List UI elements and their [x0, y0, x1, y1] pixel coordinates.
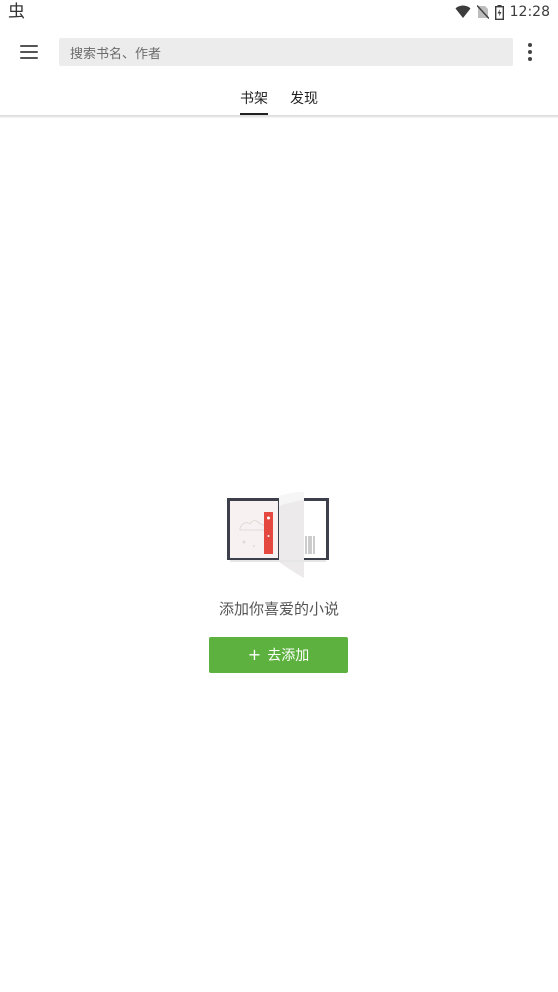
tab-divider [0, 115, 558, 118]
tab-bookshelf[interactable]: 书架 [240, 80, 268, 116]
toolbar: 搜索书名、作者 [0, 24, 558, 80]
search-input[interactable]: 搜索书名、作者 [59, 38, 513, 66]
status-bar: 虫 12:28 [0, 0, 558, 24]
tab-bar: 书架 发现 [0, 80, 558, 116]
empty-message: 添加你喜爱的小说 [218, 600, 339, 618]
search-placeholder: 搜索书名、作者 [70, 46, 162, 62]
tab-discover[interactable]: 发现 [290, 80, 318, 116]
hamburger-menu-icon[interactable] [20, 40, 46, 64]
plus-icon: + [247, 645, 262, 664]
add-novel-button[interactable]: + 去添加 [209, 637, 348, 673]
app-notification-icon: 虫 [8, 2, 25, 22]
no-sim-icon [476, 5, 489, 19]
open-book-icon [224, 490, 334, 582]
bookshelf-screen: 虫 12:28 搜索书名、作者 书架 发现 添加你喜爱的小说 + 去添加 [0, 0, 558, 992]
wifi-icon [455, 5, 471, 19]
add-button-label: 去添加 [267, 648, 310, 664]
battery-icon [494, 4, 504, 20]
status-time: 12:28 [509, 4, 550, 20]
more-vert-icon[interactable] [522, 40, 538, 64]
